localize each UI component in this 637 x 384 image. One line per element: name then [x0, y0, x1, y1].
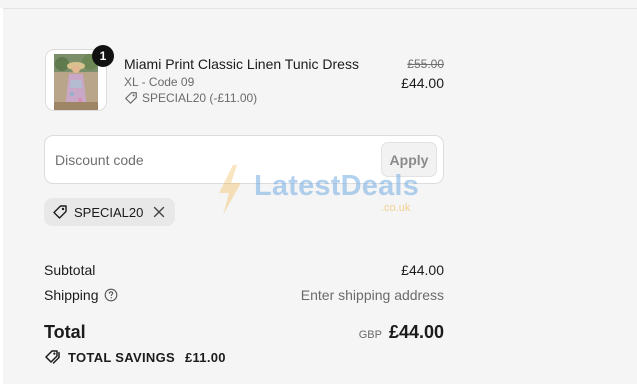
applied-discount-chip: SPECIAL20 — [44, 198, 176, 226]
original-price: £55.00 — [407, 57, 444, 71]
savings-label: TOTAL SAVINGS — [68, 349, 175, 365]
remove-discount-button[interactable] — [153, 206, 165, 218]
product-variant: XL - Code 09 — [124, 75, 195, 89]
total-label: Total — [44, 322, 86, 342]
discount-code-input[interactable] — [55, 148, 355, 172]
currency-code: GBP — [358, 329, 382, 341]
product-discount-line: SPECIAL20 (-£11.00) — [124, 91, 257, 105]
help-icon[interactable] — [104, 288, 118, 302]
current-price: £44.00 — [401, 75, 444, 91]
savings-value: £11.00 — [184, 349, 226, 365]
subtotal-label: Subtotal — [44, 262, 96, 278]
product-name: Miami Print Classic Linen Tunic Dress — [124, 56, 359, 72]
quantity-badge: 1 — [92, 45, 114, 67]
total-savings: TOTAL SAVINGS £11.00 — [44, 349, 226, 365]
watermark-domain: .co.uk — [381, 202, 411, 214]
top-divider — [0, 8, 637, 9]
shipping-row-label: Shipping — [44, 287, 118, 303]
close-icon — [154, 206, 165, 218]
shipping-value: Enter shipping address — [300, 287, 444, 303]
shipping-label: Shipping — [44, 287, 99, 303]
watermark-brand: LatestDeals — [254, 170, 419, 202]
tag-icon — [53, 205, 67, 219]
product-discount-label: SPECIAL20 (-£11.00) — [142, 91, 258, 105]
left-edge — [0, 8, 3, 384]
total-amount: £44.00 — [388, 322, 444, 342]
tag-icon — [125, 92, 137, 104]
watermark-bolt-icon — [219, 165, 241, 215]
total-value-group: GBP £44.00 — [359, 322, 444, 343]
product-photo — [54, 54, 98, 110]
subtotal-value: £44.00 — [401, 262, 444, 278]
applied-code-label: SPECIAL20 — [74, 204, 144, 220]
savings-tag-icon — [45, 350, 60, 364]
